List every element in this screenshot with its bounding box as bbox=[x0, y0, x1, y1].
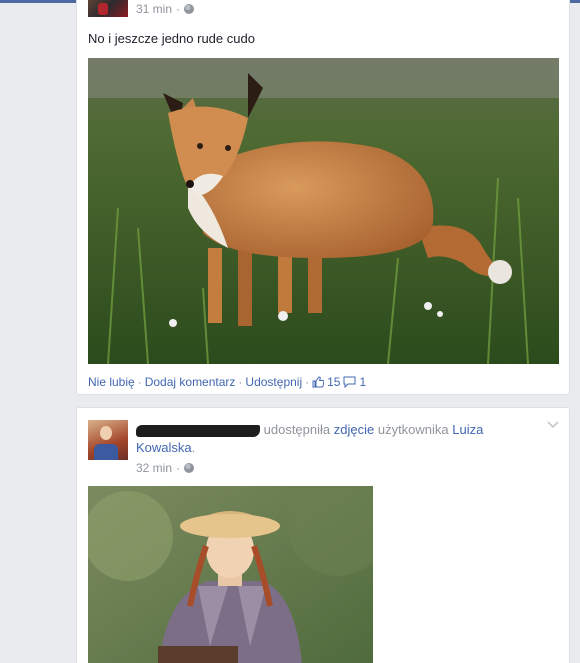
globe-icon[interactable] bbox=[184, 4, 195, 14]
photo-link[interactable]: zdjęcie bbox=[334, 422, 374, 437]
author-avatar[interactable] bbox=[88, 0, 128, 17]
feed-post: 31 min · No i jeszcze jedno rude cudo Ni… bbox=[76, 0, 570, 395]
feed-post: udostępniła zdjęcie użytkownika Luiza Ko… bbox=[76, 407, 570, 663]
redacted-author-name[interactable] bbox=[136, 424, 260, 437]
post-header: udostępniła zdjęcie użytkownika Luiza Ko… bbox=[136, 422, 484, 455]
author-avatar[interactable] bbox=[88, 420, 128, 460]
likes-count[interactable]: 15 bbox=[327, 375, 340, 389]
post-meta: 32 min · bbox=[136, 461, 195, 475]
post-timestamp[interactable]: 31 min bbox=[136, 2, 172, 16]
post-timestamp[interactable]: 32 min bbox=[136, 461, 172, 475]
post-actions: Nie lubię · Dodaj komentarz · Udostępnij… bbox=[88, 375, 367, 389]
post-text: No i jeszcze jedno rude cudo bbox=[88, 31, 255, 46]
unlike-link[interactable]: Nie lubię bbox=[88, 375, 135, 389]
post-meta: 31 min · bbox=[136, 2, 195, 16]
thumbs-up-icon[interactable] bbox=[312, 376, 325, 388]
fox-photo-image bbox=[88, 58, 559, 364]
post-photo[interactable] bbox=[88, 58, 559, 364]
post-photo[interactable] bbox=[88, 486, 373, 663]
comment-bubble-icon[interactable] bbox=[343, 376, 356, 388]
chevron-down-icon[interactable] bbox=[547, 421, 559, 429]
comment-link[interactable]: Dodaj komentarz bbox=[145, 375, 236, 389]
globe-icon[interactable] bbox=[184, 463, 195, 473]
comments-count[interactable]: 1 bbox=[359, 375, 366, 389]
share-link[interactable]: Udostępnij bbox=[245, 375, 302, 389]
girl-photo-image bbox=[88, 486, 373, 663]
